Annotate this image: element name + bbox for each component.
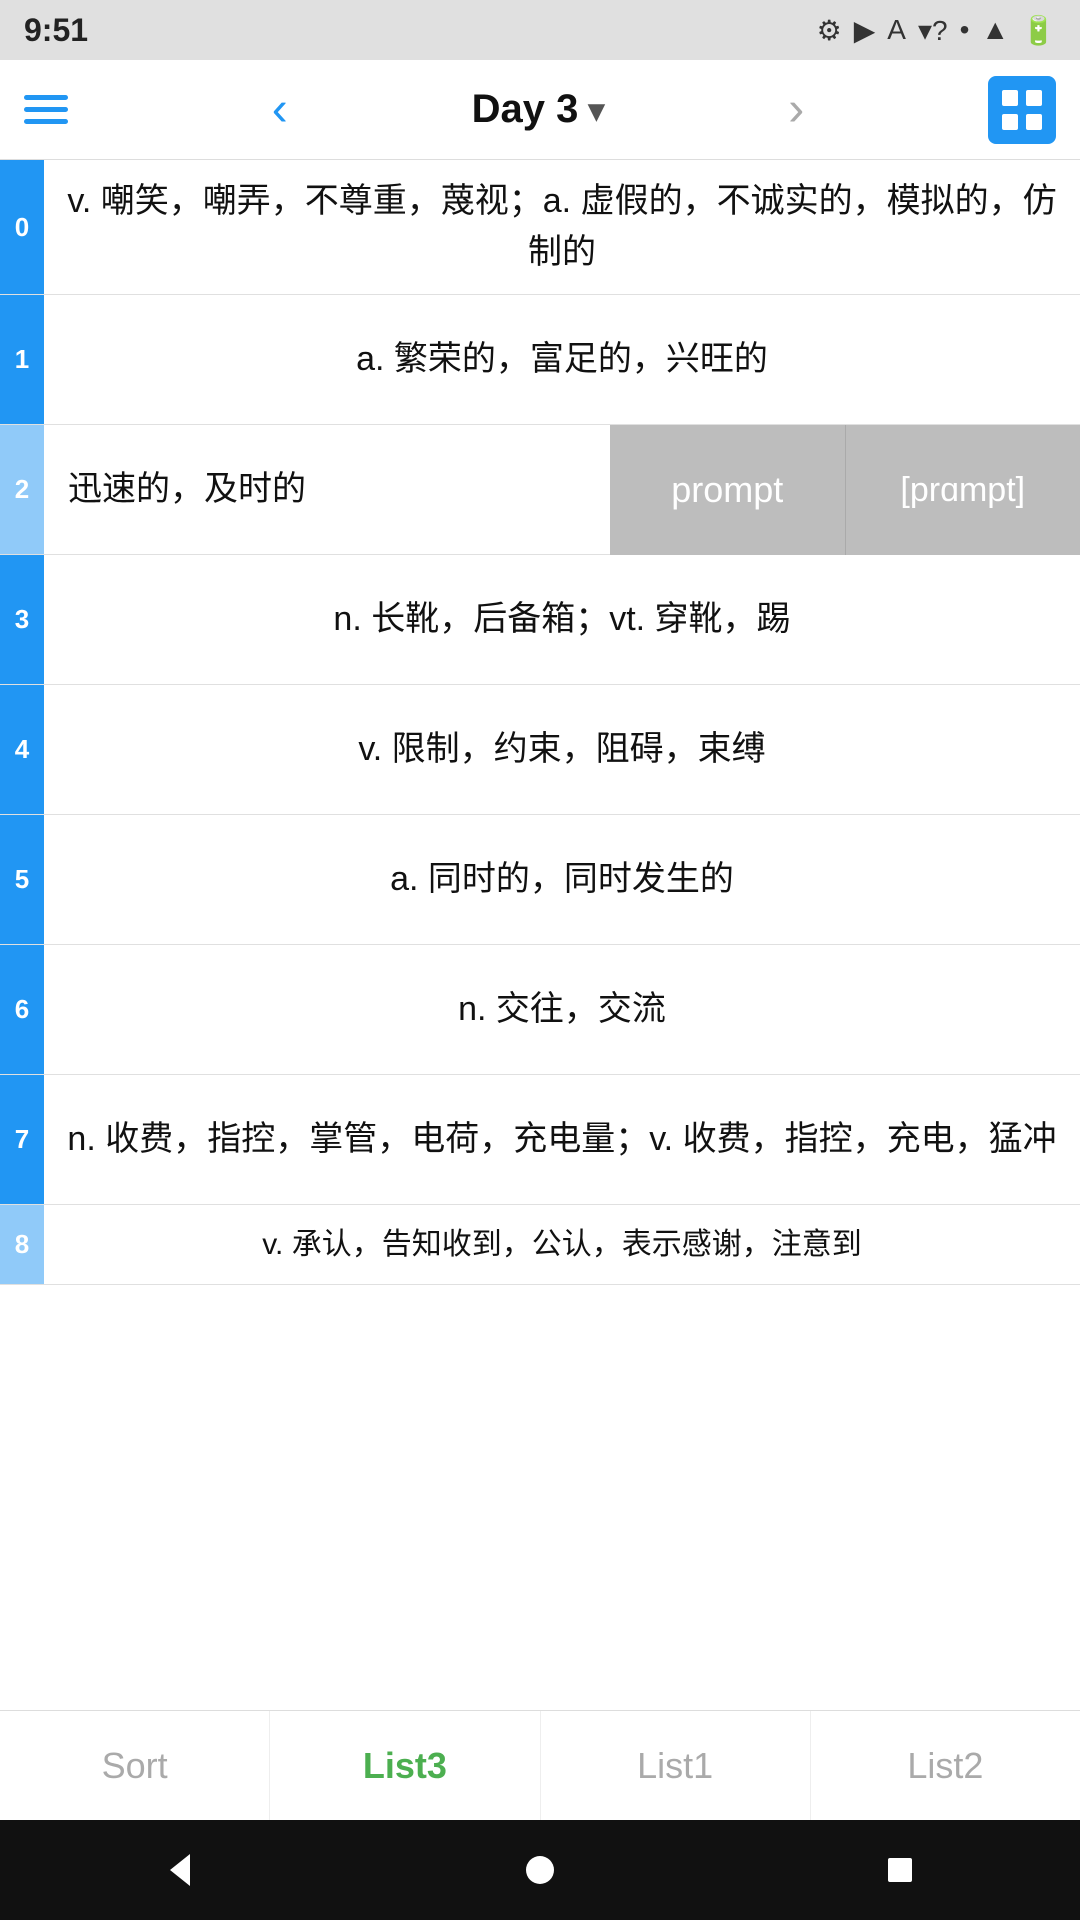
font-icon: A [887,14,906,46]
popup-word-text: prompt [610,425,845,555]
next-button[interactable]: › [788,86,804,134]
play-icon: ▶ [854,14,876,47]
word-definition: v. 承认，告知收到，公认，表示感谢，注意到 [44,1205,1080,1284]
word-row[interactable]: 1a. 繁荣的，富足的，兴旺的 [0,295,1080,425]
word-list: 0v. 嘲笑，嘲弄，不尊重，蔑视；a. 虚假的，不诚实的，模拟的，仿制的1a. … [0,160,1080,1710]
status-bar: 9:51 ⚙ ▶ A ▾? • ▲ 🔋 [0,0,1080,60]
tab-sort[interactable]: Sort [0,1711,270,1820]
day-title-text: Day 3 [472,87,579,132]
word-definition: v. 嘲笑，嘲弄，不尊重，蔑视；a. 虚假的，不诚实的，模拟的，仿制的 [44,160,1080,294]
word-definition: n. 交往，交流 [44,945,1080,1074]
sys-back-icon [160,1850,200,1890]
word-row[interactable]: 2迅速的，及时的prompt[prɑmpt] [0,425,1080,555]
word-definition: v. 限制，约束，阻碍，束缚 [44,685,1080,814]
status-icons: ⚙ ▶ A ▾? • ▲ 🔋 [817,14,1056,47]
system-nav [0,1820,1080,1920]
tab-list3[interactable]: List3 [270,1711,540,1820]
word-index: 2 [0,425,44,554]
tab-list1[interactable]: List1 [541,1711,811,1820]
day-title[interactable]: Day 3 ▾ [472,87,605,132]
word-row[interactable]: 4v. 限制，约束，阻碍，束缚 [0,685,1080,815]
word-index: 1 [0,295,44,424]
battery-icon: 🔋 [1021,14,1056,47]
word-definition: n. 长靴，后备箱；vt. 穿靴，踢 [44,555,1080,684]
popup-phonetic-text: [prɑmpt] [845,425,1080,555]
sys-home-button[interactable] [510,1840,570,1900]
word-row[interactable]: 3n. 长靴，后备箱；vt. 穿靴，踢 [0,555,1080,685]
word-row[interactable]: 5a. 同时的，同时发生的 [0,815,1080,945]
chevron-down-icon: ▾ [588,91,604,129]
grid-view-button[interactable] [988,76,1056,144]
word-index: 3 [0,555,44,684]
wifi-icon: ▾? [918,14,948,47]
word-definition: n. 收费，指控，掌管，电荷，充电量；v. 收费，指控，充电，猛冲 [44,1075,1080,1204]
top-nav: ‹ Day 3 ▾ › [0,60,1080,160]
word-popup[interactable]: prompt[prɑmpt] [610,425,1080,555]
bottom-tabs: SortList3List1List2 [0,1710,1080,1820]
word-row[interactable]: 6n. 交往，交流 [0,945,1080,1075]
back-button[interactable]: ‹ [272,86,288,134]
word-row[interactable]: 0v. 嘲笑，嘲弄，不尊重，蔑视；a. 虚假的，不诚实的，模拟的，仿制的 [0,160,1080,295]
signal-icon: ▲ [981,14,1009,46]
sys-home-icon [520,1850,560,1890]
word-row[interactable]: 8v. 承认，告知收到，公认，表示感谢，注意到 [0,1205,1080,1285]
sys-back-button[interactable] [150,1840,210,1900]
dot-icon: • [960,14,970,46]
word-index: 6 [0,945,44,1074]
menu-button[interactable] [24,95,68,124]
word-index: 8 [0,1205,44,1284]
gear-icon: ⚙ [817,14,842,47]
word-index: 0 [0,160,44,294]
tab-list2[interactable]: List2 [811,1711,1080,1820]
word-row[interactable]: 7n. 收费，指控，掌管，电荷，充电量；v. 收费，指控，充电，猛冲 [0,1075,1080,1205]
word-definition: a. 繁荣的，富足的，兴旺的 [44,295,1080,424]
word-definition: a. 同时的，同时发生的 [44,815,1080,944]
grid-icon [1000,88,1044,132]
word-index: 5 [0,815,44,944]
sys-recent-button[interactable] [870,1840,930,1900]
word-index: 4 [0,685,44,814]
sys-recent-icon [880,1850,920,1890]
word-index: 7 [0,1075,44,1204]
status-time: 9:51 [24,12,88,49]
